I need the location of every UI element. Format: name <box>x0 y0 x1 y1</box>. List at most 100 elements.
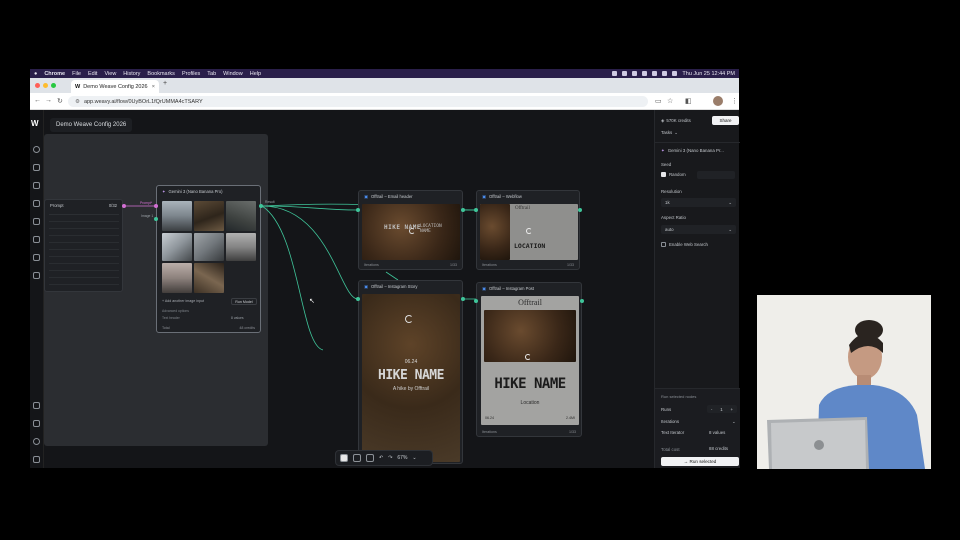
credits-count: 570K credits <box>666 118 691 123</box>
total-cost-label: Total cost <box>661 447 680 452</box>
post-output-port[interactable] <box>580 299 584 303</box>
run-model-button[interactable]: Run Model <box>231 298 257 305</box>
chevron-down-icon: ⌄ <box>674 130 678 135</box>
prompt-input-port[interactable] <box>154 204 158 208</box>
result-thumbnail[interactable] <box>162 233 192 261</box>
email-header-node[interactable]: ▣ Offtrail – Email header HIKE NAME LOCA… <box>358 190 463 270</box>
email-input-port[interactable] <box>356 208 360 212</box>
result-thumbnail[interactable] <box>226 201 256 231</box>
result-output-port[interactable] <box>259 204 263 208</box>
prompt-node-meta: 0/32 <box>108 203 117 208</box>
runs-label: Runs <box>661 407 672 412</box>
properties-panel: ◈ 570K credits Share Tasks ⌄ ✦ Gemini 3 … <box>654 110 740 468</box>
gemini-cost: 48 credits <box>239 326 255 330</box>
model-name: Gemini 3 (Nano Banana Pr... <box>667 148 724 153</box>
sparkle-icon: ✦ <box>661 148 665 153</box>
email-count: 1/33 <box>450 263 457 267</box>
share-button[interactable]: Share <box>712 116 739 125</box>
screen: ● Chrome File Edit View History Bookmark… <box>0 0 960 540</box>
frame-tool-icon[interactable] <box>366 454 374 462</box>
web-input-port[interactable] <box>474 208 478 212</box>
loading-spinner-icon <box>409 228 415 234</box>
edge-to-story <box>261 205 359 300</box>
port-result-label: Result <box>265 200 275 204</box>
web-output-port[interactable] <box>578 208 582 212</box>
chevron-down-icon: ⌄ <box>728 227 732 232</box>
gemini-foot-left: Total <box>162 326 170 330</box>
runs-value: 1 <box>720 406 723 412</box>
instagram-post-node[interactable]: ▣ Offtrail – Instagram Post Offtrail HIK… <box>476 282 582 437</box>
story-subline: A hike by Offtrail <box>392 386 430 392</box>
post-input-port[interactable] <box>474 299 478 303</box>
post-distance: 2.4MI <box>566 416 575 420</box>
tasks-dropdown[interactable]: Tasks ⌄ <box>661 130 678 136</box>
plus-icon[interactable]: + <box>730 407 733 412</box>
post-preview[interactable]: Offtrail HIKE NAME Location 06.24 2.4MI <box>481 296 579 425</box>
seed-label: Seed <box>661 162 672 167</box>
result-thumbnail[interactable] <box>162 263 192 293</box>
figma-icon: ▣ <box>482 194 486 199</box>
seed-input[interactable] <box>697 171 735 179</box>
loading-spinner-icon <box>405 315 413 323</box>
resolution-select[interactable]: 1k ⌄ <box>661 198 736 207</box>
advanced-options-label[interactable]: Advanced options <box>162 309 189 313</box>
prompt-text-area[interactable] <box>49 214 119 288</box>
web-iterations[interactable]: Iterations <box>482 263 497 267</box>
gemini-node-title: Gemini 3 (Nano Banana Pro) <box>168 189 223 194</box>
web-node-title: Offtrail – Webflow <box>488 194 522 199</box>
minus-icon[interactable]: - <box>711 407 712 412</box>
aspect-ratio-select[interactable]: auto ⌄ <box>661 225 736 234</box>
sparkle-icon: ✦ <box>162 189 166 194</box>
checkbox-checked-icon[interactable] <box>661 172 666 177</box>
edge-to-post <box>261 205 324 351</box>
chevron-down-icon[interactable]: ⌄ <box>412 455 416 461</box>
post-headline: HIKE NAME <box>494 376 566 392</box>
post-subline: Location <box>520 400 540 406</box>
gemini-model-node[interactable]: ✦ Gemini 3 (Nano Banana Pro) + Add anoth… <box>156 185 261 333</box>
hand-tool-icon[interactable] <box>353 454 361 462</box>
chevron-down-icon: ⌄ <box>728 200 732 205</box>
prompt-node[interactable]: Prompt 0/32 <box>44 199 123 292</box>
web-search-checkbox-row[interactable]: Enable Web Search <box>661 242 708 247</box>
result-thumbnail[interactable] <box>194 233 224 261</box>
post-iterations[interactable]: Iterations <box>482 430 497 434</box>
undo-icon[interactable]: ↶ <box>379 455 383 461</box>
post-node-title: Offtrail – Instagram Post <box>488 286 535 291</box>
select-tool-icon[interactable] <box>340 454 348 462</box>
credits-icon: ◈ <box>661 118 665 123</box>
prompt-output-port[interactable] <box>122 204 126 208</box>
web-headline: LOCATION <box>514 242 546 250</box>
email-header-preview[interactable]: HIKE NAME LOCATION NAME <box>362 204 460 260</box>
webflow-node[interactable]: ▣ Offtrail – Webflow Offtrail LOCATION I… <box>476 190 580 270</box>
text-iterator-label: Text Iterator <box>661 430 685 435</box>
webcam-video <box>757 295 931 469</box>
text-header-value: 8 values <box>231 316 244 320</box>
result-thumbnail[interactable] <box>194 263 224 293</box>
instagram-story-node[interactable]: ▣ Offtrail – Instagram Story 06.24 HIKE … <box>358 280 463 464</box>
story-input-port[interactable] <box>356 297 360 301</box>
checkbox-unchecked-icon[interactable] <box>661 242 666 247</box>
run-selected-button[interactable]: → Run selected <box>661 457 739 466</box>
aspect-ratio-value: auto <box>665 227 674 232</box>
webflow-preview[interactable]: Offtrail LOCATION <box>480 204 578 260</box>
email-headline: HIKE NAME <box>384 224 422 231</box>
result-thumbnail[interactable] <box>226 233 256 261</box>
web-count: 1/33 <box>567 263 574 267</box>
redo-icon[interactable]: ↷ <box>388 455 392 461</box>
result-thumbnail[interactable] <box>194 201 224 231</box>
story-preview[interactable]: 06.24 HIKE NAME A hike by Offtrail <box>362 294 460 462</box>
result-thumbnail[interactable] <box>162 201 192 231</box>
email-iterations[interactable]: Iterations <box>364 263 379 267</box>
runs-stepper[interactable]: - 1 + <box>707 405 737 413</box>
story-output-port[interactable] <box>461 297 465 301</box>
zoom-level[interactable]: 67% <box>397 455 407 461</box>
port-prompt-label: Prompt* <box>140 201 153 205</box>
image-input-port[interactable] <box>154 217 158 221</box>
loading-spinner-icon <box>525 354 531 360</box>
story-node-title: Offtrail – Instagram Story <box>370 284 418 289</box>
chevron-down-icon[interactable]: ⌄ <box>732 419 736 425</box>
add-image-input-link[interactable]: + Add another image input <box>162 299 204 303</box>
resolution-label: Resolution <box>661 189 682 194</box>
random-seed-checkbox-row[interactable]: Random <box>661 172 686 177</box>
email-output-port[interactable] <box>461 208 465 212</box>
